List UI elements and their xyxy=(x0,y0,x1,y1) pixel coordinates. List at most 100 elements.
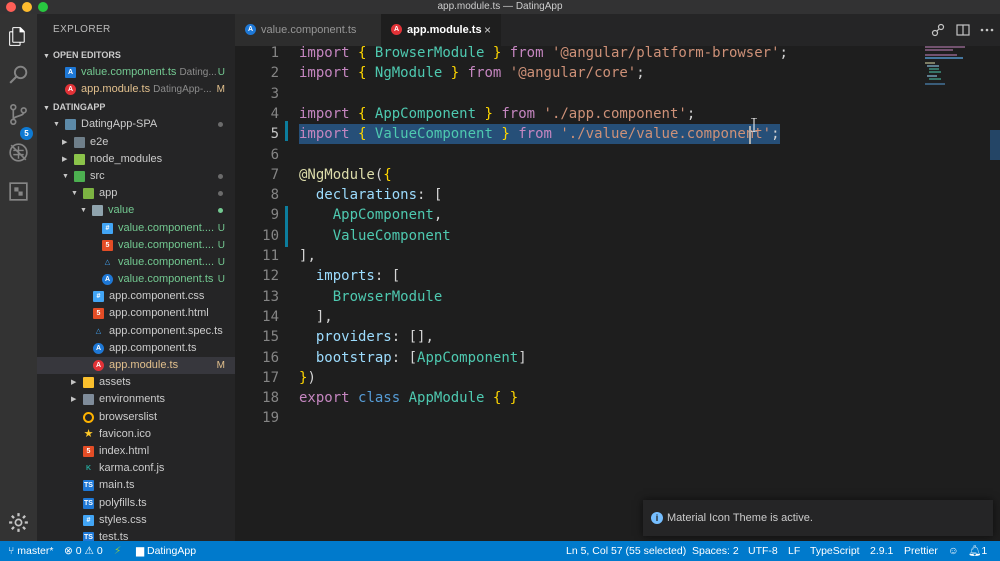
tab-app-module[interactable]: A app.module.ts × xyxy=(381,14,501,46)
tree-file-selected[interactable]: A app.module.ts M xyxy=(37,357,235,375)
tree-folder[interactable]: ▼ DatingApp-SPA xyxy=(37,116,235,133)
typescript-file-icon: A xyxy=(65,67,76,78)
line-number: 2 xyxy=(270,65,279,82)
error-icon: ⊗ xyxy=(64,545,73,557)
tree-folder[interactable]: ▶ node_modules xyxy=(37,151,235,168)
tree-file[interactable]: TS polyfills.ts xyxy=(37,495,235,512)
code-line[interactable]: 7 @NgModule({ xyxy=(235,165,925,185)
code-text: @NgModule({ xyxy=(299,166,392,183)
more-actions-icon[interactable] xyxy=(979,22,995,38)
debug-icon[interactable] xyxy=(6,140,31,165)
tree-file[interactable]: K karma.conf.js xyxy=(37,460,235,477)
ts-version[interactable]: 2.9.1 xyxy=(870,541,893,561)
tree-file[interactable]: 5 app.component.html xyxy=(37,305,235,322)
tab-bar: A value.component.ts A app.module.ts × xyxy=(235,14,1000,46)
code-line[interactable]: 10 ValueComponent xyxy=(235,226,925,246)
angular-component-icon: A xyxy=(245,24,256,35)
code-line[interactable]: 15 providers: [], xyxy=(235,327,925,347)
gear-icon[interactable] xyxy=(6,510,31,535)
code-line[interactable]: 16 bootstrap: [AppComponent] xyxy=(235,348,925,368)
code-line[interactable]: 17}) xyxy=(235,368,925,388)
live-share-icon[interactable]: ⚡ xyxy=(114,541,121,561)
tree-folder[interactable]: ▼ src xyxy=(37,168,235,185)
tree-file[interactable]: △ app.component.spec.ts xyxy=(37,323,235,340)
source-control-icon[interactable] xyxy=(6,102,31,127)
extensions-icon[interactable] xyxy=(6,179,31,204)
code-line[interactable]: 2 import { NgModule } from '@angular/core… xyxy=(235,63,925,83)
angular-file-icon: A xyxy=(65,84,76,96)
activity-bar: 5 xyxy=(0,14,37,541)
tree-folder[interactable]: ▶ environments xyxy=(37,391,235,408)
code-text: import { ValueComponent } from './value/… xyxy=(299,124,780,145)
indentation[interactable]: Spaces: 2 xyxy=(692,541,739,561)
untracked-dot xyxy=(218,208,223,214)
tree-file[interactable]: TS main.ts xyxy=(37,477,235,494)
line-number: 12 xyxy=(262,268,279,285)
branch-indicator[interactable]: ⑂ master* xyxy=(8,541,53,561)
folder-open-icon xyxy=(65,119,76,131)
tree-file[interactable]: # app.component.css xyxy=(37,288,235,305)
line-number: 19 xyxy=(262,410,279,427)
search-icon[interactable] xyxy=(6,62,31,87)
code-line[interactable]: 11], xyxy=(235,246,925,266)
explorer-sidebar: EXPLORER ▼ OPEN EDITORS A value.component… xyxy=(37,14,235,541)
encoding[interactable]: UTF-8 xyxy=(748,541,778,561)
tree-file[interactable]: # value.component.... U xyxy=(37,220,235,237)
html-file-icon: 5 xyxy=(83,445,94,457)
modified-dot xyxy=(218,173,223,179)
tree-file[interactable]: 5 index.html xyxy=(37,443,235,460)
chevron-down-icon: ▼ xyxy=(80,207,87,215)
ibeam-cursor-icon xyxy=(751,118,757,132)
line-number: 1 xyxy=(270,46,279,61)
vertical-scrollbar[interactable] xyxy=(990,46,1000,541)
cursor-position[interactable]: Ln 5, Col 57 (55 selected) xyxy=(566,541,686,561)
tree-file[interactable]: A app.component.ts xyxy=(37,340,235,357)
code-line[interactable]: 13 BrowserModule xyxy=(235,287,925,307)
tree-file[interactable]: A value.component.ts U xyxy=(37,271,235,288)
window-title: app.module.ts — DatingApp xyxy=(437,1,563,12)
code-text: import { AppComponent } from './app.comp… xyxy=(299,105,696,122)
chevron-right-icon: ▶ xyxy=(62,138,68,146)
minimap[interactable] xyxy=(925,46,987,86)
tree-file[interactable]: TS test.ts xyxy=(37,529,235,541)
code-line[interactable]: 19 xyxy=(235,408,925,428)
formatter[interactable]: Prettier xyxy=(904,541,938,561)
open-editor-item[interactable]: A value.component.ts Dating... U xyxy=(37,64,235,81)
language-mode[interactable]: TypeScript xyxy=(810,541,860,561)
code-line[interactable]: 1 import { BrowserModule } from '@angular… xyxy=(235,46,925,63)
tree-folder[interactable]: ▼ value xyxy=(37,202,235,219)
code-editor[interactable]: 1 import { BrowserModule } from '@angular… xyxy=(235,46,1000,541)
tree-file[interactable]: browserslist xyxy=(37,409,235,426)
open-editors-header[interactable]: ▼ OPEN EDITORS xyxy=(37,46,235,64)
code-line[interactable]: 4 import { AppComponent } from './app.com… xyxy=(235,104,925,124)
code-line[interactable]: 6 xyxy=(235,145,925,165)
typescript-file-icon: TS xyxy=(83,497,94,509)
code-line[interactable]: 9 AppComponent, xyxy=(235,205,925,225)
tree-file[interactable]: # styles.css xyxy=(37,512,235,529)
code-line[interactable]: 18 export class AppModule { } xyxy=(235,388,925,408)
code-line[interactable]: 5 import { ValueComponent } from './value… xyxy=(235,124,925,145)
feedback-icon[interactable]: ☺ xyxy=(948,541,959,561)
problems-indicator[interactable]: ⊗ 0 ⚠ 0 xyxy=(64,541,103,561)
tree-file[interactable]: 5 value.component.... U xyxy=(37,237,235,254)
files-icon[interactable] xyxy=(6,24,31,49)
code-line[interactable]: 12 imports: [ xyxy=(235,266,925,286)
tree-file[interactable]: △ value.component.... U xyxy=(37,254,235,271)
tree-folder[interactable]: ▶ e2e xyxy=(37,134,235,151)
split-editor-icon[interactable] xyxy=(955,22,971,38)
code-line[interactable]: 3 xyxy=(235,84,925,104)
open-changes-icon[interactable] xyxy=(930,22,946,38)
code-line[interactable]: 14 ], xyxy=(235,307,925,327)
tab-value-component[interactable]: A value.component.ts xyxy=(235,14,381,46)
tree-folder[interactable]: ▼ app xyxy=(37,185,235,202)
tree-file[interactable]: ★ favicon.ico xyxy=(37,426,235,443)
line-ending[interactable]: LF xyxy=(788,541,800,561)
project-header[interactable]: ▼ DATINGAPP xyxy=(37,98,235,116)
open-editor-item[interactable]: A app.module.ts DatingApp-... M xyxy=(37,81,235,98)
tree-folder[interactable]: ▶ assets xyxy=(37,374,235,391)
notification-toast[interactable]: i Material Icon Theme is active. xyxy=(643,500,993,536)
code-line[interactable]: 8 declarations: [ xyxy=(235,185,925,205)
notifications-indicator[interactable]: 🔔︎1 xyxy=(968,541,987,561)
close-icon[interactable]: × xyxy=(484,14,491,46)
folder-indicator[interactable]: ▆ DatingApp xyxy=(136,541,196,561)
